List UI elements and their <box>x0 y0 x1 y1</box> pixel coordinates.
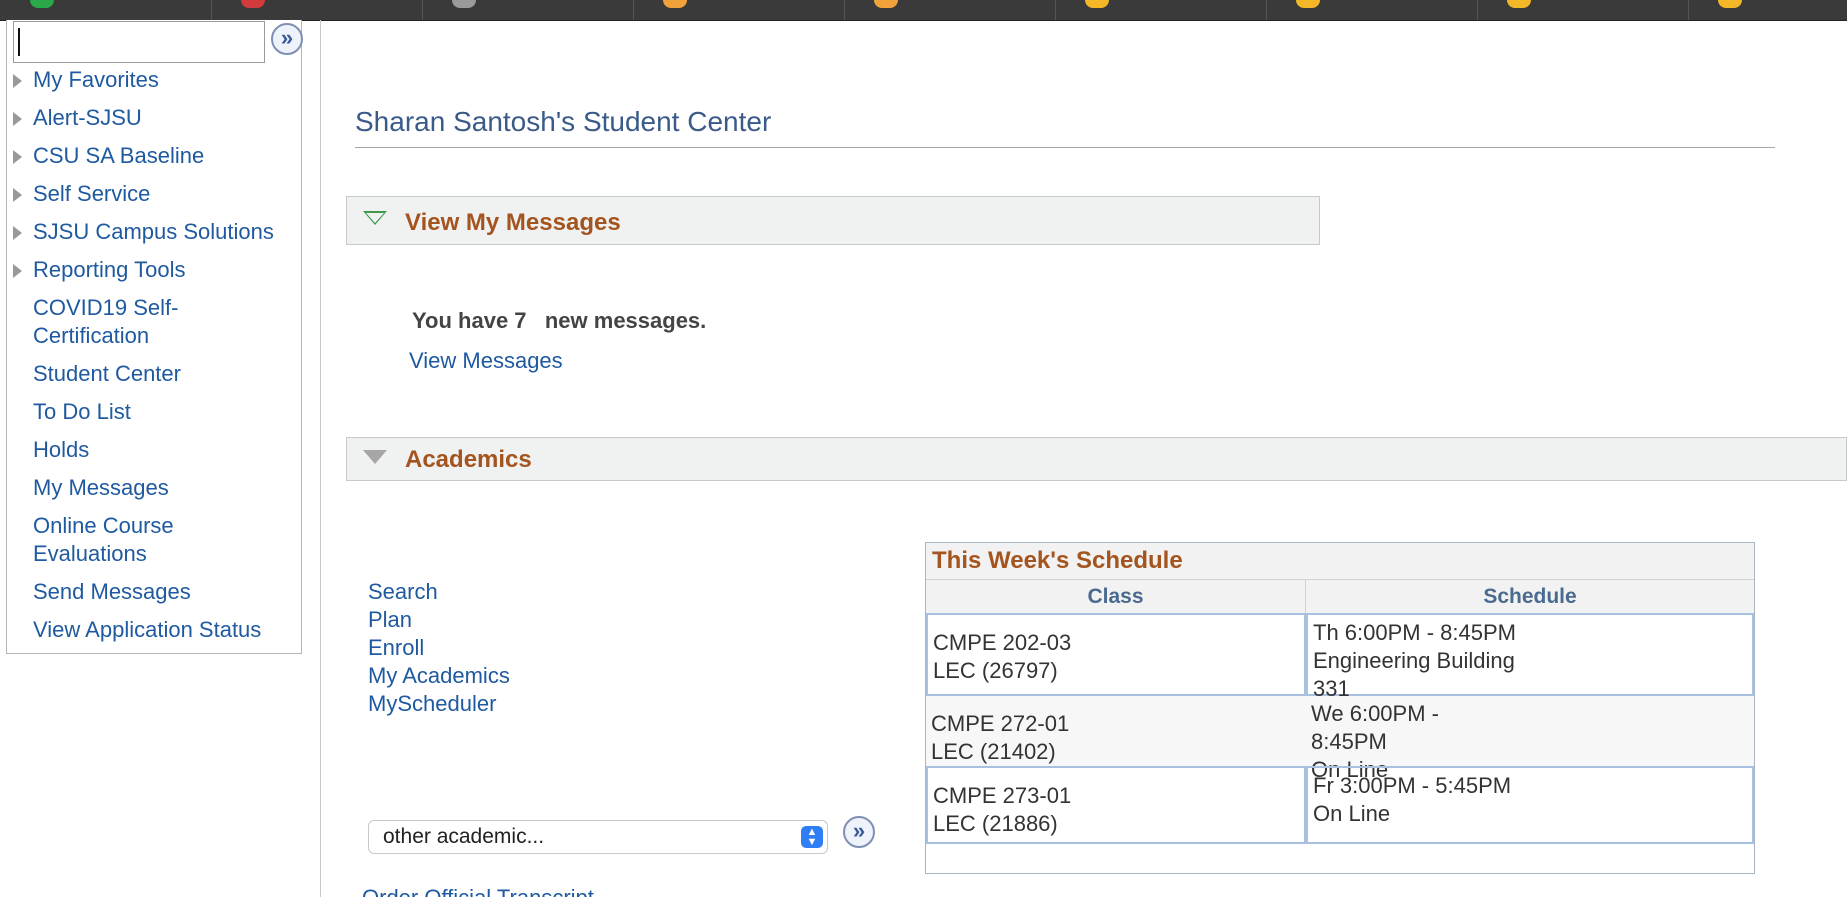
schedule-title: This Week's Schedule <box>926 543 1754 579</box>
nav-search-go-button[interactable]: » <box>271 23 303 55</box>
nav-item-to-do-list[interactable]: To Do List <box>7 398 303 426</box>
nav-item-my-messages[interactable]: My Messages <box>7 474 303 502</box>
browser-tab[interactable] <box>422 0 634 20</box>
view-messages-link[interactable]: View Messages <box>409 348 563 374</box>
nav-item-label: View Application Status <box>33 617 262 642</box>
nav-item-alert-sjsu[interactable]: Alert-SJSU <box>7 104 303 132</box>
nav-item-label: My Favorites <box>33 67 159 92</box>
nav-item-covid19-self-certification[interactable]: COVID19 Self- Certification <box>7 294 303 350</box>
browser-tab[interactable] <box>844 0 1056 20</box>
schedule-cell-schedule: We 6:00PM - 8:45PM On Line <box>1306 696 1754 782</box>
nav-item-label: Holds <box>33 437 90 462</box>
yellow-spark-icon <box>1296 0 1320 8</box>
yellow-spark-icon <box>1507 0 1531 8</box>
messages-section-header[interactable]: View My Messages <box>346 196 1320 245</box>
academics-link-myscheduler[interactable]: MyScheduler <box>368 690 510 718</box>
expand-arrow-icon[interactable] <box>13 188 22 202</box>
page-title: Sharan Santosh's Student Center <box>355 106 772 137</box>
nav-item-my-favorites[interactable]: My Favorites <box>7 66 303 94</box>
nav-item-sjsu-campus-solutions[interactable]: SJSU Campus Solutions <box>7 218 303 246</box>
nav-item-label: Reporting Tools <box>33 257 186 282</box>
yellow-spark-icon <box>1085 0 1109 8</box>
nav-item-send-messages[interactable]: Send Messages <box>7 578 303 606</box>
new-messages-text: You have 7 new messages. <box>412 308 707 333</box>
academics-link-enroll[interactable]: Enroll <box>368 634 510 662</box>
select-stepper-icon: ▲ ▼ <box>801 826 823 848</box>
nav-divider <box>320 20 321 897</box>
nav-menu: My Favorites Alert-SJSU CSU SA Baseline Sel… <box>7 66 303 654</box>
nav-item-label: To Do List <box>33 399 131 424</box>
browser-tab[interactable] <box>0 0 212 20</box>
left-nav-panel: » My Favorites Alert-SJSU CSU SA Baseline S… <box>6 20 303 654</box>
schedule-cell-class: CMPE 273-01 LEC (21886) <box>926 766 1306 844</box>
academics-section-label: Academics <box>405 446 532 473</box>
schedule-table: This Week's Schedule Class Schedule CMPE… <box>925 542 1755 874</box>
yellow-spark-icon <box>1718 0 1742 8</box>
text-caret <box>18 28 20 56</box>
nav-item-label: Student Center <box>33 361 181 386</box>
schedule-cell-class: CMPE 202-03 LEC (26797) <box>926 613 1306 696</box>
order-transcript-link[interactable]: Order Official Transcript <box>362 884 594 897</box>
nav-item-online-course-evaluations[interactable]: Online Course Evaluations <box>7 512 303 568</box>
triangle-inner-icon <box>366 213 384 223</box>
nav-item-holds[interactable]: Holds <box>7 436 303 464</box>
browser-tab[interactable] <box>211 0 423 20</box>
schedule-cell-class: CMPE 272-01 LEC (21402) <box>926 696 1306 766</box>
column-header-schedule: Schedule <box>1306 579 1754 613</box>
browser-tab[interactable] <box>633 0 845 20</box>
nav-item-label: CSU SA Baseline <box>33 143 205 168</box>
browser-tab[interactable] <box>1477 0 1689 20</box>
expand-arrow-icon[interactable] <box>13 264 22 278</box>
orange-logo-icon <box>874 0 898 8</box>
nav-item-label: COVID19 Self- Certification <box>33 295 179 348</box>
nav-item-self-service[interactable]: Self Service <box>7 180 303 208</box>
nav-item-label: SJSU Campus Solutions <box>33 219 274 244</box>
schedule-cell-schedule: Fr 3:00PM - 5:45PM On Line <box>1306 766 1754 844</box>
academics-link-plan[interactable]: Plan <box>368 606 510 634</box>
nav-item-label: Self Service <box>33 181 151 206</box>
academics-links: Search Plan Enroll My Academics MyScheduler <box>368 578 510 718</box>
title-rule <box>355 147 1775 148</box>
browser-tab[interactable] <box>1688 0 1847 20</box>
nav-item-reporting-tools[interactable]: Reporting Tools <box>7 256 303 284</box>
nav-item-student-center[interactable]: Student Center <box>7 360 303 388</box>
gray-tab-icon <box>452 0 476 8</box>
nav-item-label: Online Course Evaluations <box>33 513 174 566</box>
nav-item-label: My Messages <box>33 475 169 500</box>
academics-section-header[interactable]: Academics <box>346 437 1847 481</box>
nav-search-input[interactable] <box>13 21 265 63</box>
column-header-class: Class <box>926 579 1306 613</box>
expand-arrow-icon[interactable] <box>13 226 22 240</box>
nav-item-label: Alert-SJSU <box>33 105 142 130</box>
nav-item-csu-sa-baseline[interactable]: CSU SA Baseline <box>7 142 303 170</box>
orange-logo-icon <box>663 0 687 8</box>
academics-link-my-academics[interactable]: My Academics <box>368 662 510 690</box>
academics-go-button[interactable]: » <box>843 816 875 848</box>
expand-arrow-icon[interactable] <box>13 74 22 88</box>
expand-arrow-icon[interactable] <box>13 112 22 126</box>
expand-arrow-icon[interactable] <box>13 150 22 164</box>
other-academic-select[interactable]: other academic... ▲ ▼ <box>368 820 828 854</box>
browser-tab-strip <box>0 0 1847 21</box>
collapse-triangle-icon[interactable] <box>363 450 387 464</box>
nav-item-label: Send Messages <box>33 579 191 604</box>
schedule-cell-schedule: Th 6:00PM - 8:45PM Engineering Building … <box>1306 613 1754 701</box>
browser-tab[interactable] <box>1055 0 1267 20</box>
select-value: other academic... <box>383 825 545 848</box>
browser-tab[interactable] <box>1266 0 1478 20</box>
green-circle-icon <box>30 0 54 8</box>
nav-item-view-application-status[interactable]: View Application Status <box>7 616 303 644</box>
academics-link-search[interactable]: Search <box>368 578 510 606</box>
messages-section-label: View My Messages <box>405 209 621 236</box>
red-logo-icon <box>241 0 265 8</box>
